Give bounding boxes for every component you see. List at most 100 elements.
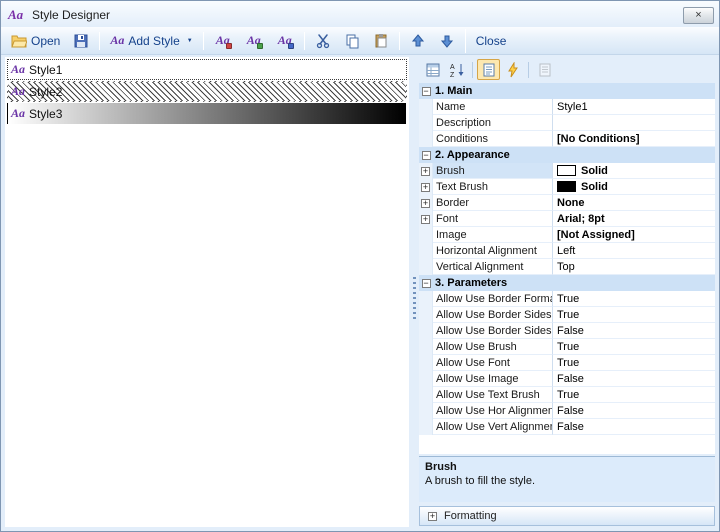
property-name[interactable]: Brush — [433, 163, 553, 179]
property-value[interactable]: Arial; 8pt — [553, 211, 715, 227]
property-value[interactable] — [553, 115, 715, 131]
property-value[interactable]: True — [553, 307, 715, 323]
style-list-item-style2[interactable]: Aa Style2 — [7, 81, 407, 102]
paste-button[interactable] — [367, 30, 395, 52]
property-value[interactable]: False — [553, 371, 715, 387]
property-value-text: Left — [557, 245, 575, 257]
properties-page-button[interactable] — [477, 59, 500, 80]
row-indent: − — [419, 147, 433, 163]
property-name[interactable]: Font — [433, 211, 553, 227]
move-down-button[interactable] — [433, 30, 461, 52]
expand-icon[interactable]: + — [421, 199, 430, 208]
expand-icon[interactable]: + — [428, 512, 437, 521]
copy-button[interactable] — [338, 30, 366, 52]
property-value[interactable]: [Not Assigned] — [553, 227, 715, 243]
property-row-font[interactable]: + Font Arial; 8pt — [419, 211, 715, 227]
category-row-parameters[interactable]: − 3. Parameters — [419, 275, 715, 291]
formatting-panel-header[interactable]: + Formatting — [419, 506, 715, 526]
move-up-button[interactable] — [404, 30, 432, 52]
property-name[interactable]: Horizontal Alignment — [433, 243, 553, 259]
collapse-icon[interactable]: − — [422, 279, 431, 288]
row-indent — [419, 419, 433, 435]
category-row-main[interactable]: − 1. Main — [419, 83, 715, 99]
property-value[interactable]: [No Conditions] — [553, 131, 715, 147]
close-button[interactable]: Close — [470, 30, 513, 52]
property-row-brush[interactable]: + Brush Solid — [419, 163, 715, 179]
property-name[interactable]: Text Brush — [433, 179, 553, 195]
property-name[interactable]: Allow Use Border Sides f — [433, 323, 553, 339]
property-row-allow-use-border-sides-from[interactable]: Allow Use Border Sides f False — [419, 323, 715, 339]
save-button[interactable] — [67, 30, 95, 52]
property-name[interactable]: Allow Use Border Sides — [433, 307, 553, 323]
property-row-allow-use-hor-alignment[interactable]: Allow Use Hor Alignment False — [419, 403, 715, 419]
add-style-button[interactable]: Aa Add Style ▼ — [104, 30, 198, 52]
property-name[interactable]: Description — [433, 115, 553, 131]
create-style-collection-button[interactable]: Aa — [208, 30, 238, 52]
property-row-description[interactable]: Description — [419, 115, 715, 131]
add-style-icon: Aa — [110, 33, 124, 48]
row-indent — [419, 99, 433, 115]
style-list-item-style3[interactable]: Aa Style3 — [7, 103, 407, 124]
property-row-text-brush[interactable]: + Text Brush Solid — [419, 179, 715, 195]
row-indent — [419, 339, 433, 355]
collapse-icon[interactable]: − — [422, 87, 431, 96]
expand-icon[interactable]: + — [421, 167, 430, 176]
property-value[interactable]: Solid — [553, 179, 715, 195]
property-value[interactable]: Top — [553, 259, 715, 275]
property-row-allow-use-border-format[interactable]: Allow Use Border Format True — [419, 291, 715, 307]
events-page-button[interactable] — [501, 59, 524, 80]
get-style-button[interactable]: Aa — [239, 30, 269, 52]
collapse-icon[interactable]: − — [422, 151, 431, 160]
property-row-allow-use-text-brush[interactable]: Allow Use Text Brush True — [419, 387, 715, 403]
property-row-allow-use-font[interactable]: Allow Use Font True — [419, 355, 715, 371]
apply-style-button[interactable]: Aa — [270, 30, 300, 52]
property-value[interactable]: True — [553, 387, 715, 403]
style-list-item-style1[interactable]: Aa Style1 — [7, 59, 407, 80]
vertical-splitter[interactable] — [409, 57, 419, 527]
property-row-allow-use-border-sides[interactable]: Allow Use Border Sides True — [419, 307, 715, 323]
property-value[interactable]: Left — [553, 243, 715, 259]
property-name[interactable]: Allow Use Brush — [433, 339, 553, 355]
property-value[interactable]: False — [553, 419, 715, 435]
property-row-horizontal-alignment[interactable]: Horizontal Alignment Left — [419, 243, 715, 259]
style-designer-window: Aa Style Designer × Open Aa Add Style ▼ … — [0, 0, 720, 532]
property-name[interactable]: Border — [433, 195, 553, 211]
property-value[interactable]: Style1 — [553, 99, 715, 115]
open-button[interactable]: Open — [5, 30, 66, 52]
property-row-allow-use-vert-alignment[interactable]: Allow Use Vert Alignmen False — [419, 419, 715, 435]
property-name[interactable]: Name — [433, 99, 553, 115]
expand-icon[interactable]: + — [421, 183, 430, 192]
window-close-button[interactable]: × — [683, 7, 714, 24]
row-indent — [419, 403, 433, 419]
property-name[interactable]: Allow Use Border Format — [433, 291, 553, 307]
property-name[interactable]: Allow Use Image — [433, 371, 553, 387]
property-name[interactable]: Allow Use Vert Alignmen — [433, 419, 553, 435]
alphabetical-view-button[interactable]: AZ — [445, 59, 468, 80]
property-name[interactable]: Conditions — [433, 131, 553, 147]
property-value[interactable]: False — [553, 323, 715, 339]
property-row-vertical-alignment[interactable]: Vertical Alignment Top — [419, 259, 715, 275]
property-value[interactable]: True — [553, 355, 715, 371]
property-name[interactable]: Allow Use Text Brush — [433, 387, 553, 403]
property-name[interactable]: Vertical Alignment — [433, 259, 553, 275]
sort-az-icon: AZ — [449, 62, 465, 78]
chevron-down-icon[interactable]: ▼ — [187, 38, 193, 44]
property-name[interactable]: Allow Use Font — [433, 355, 553, 371]
property-row-allow-use-brush[interactable]: Allow Use Brush True — [419, 339, 715, 355]
property-value[interactable]: Solid — [553, 163, 715, 179]
property-row-conditions[interactable]: Conditions [No Conditions] — [419, 131, 715, 147]
property-value[interactable]: None — [553, 195, 715, 211]
property-row-allow-use-image[interactable]: Allow Use Image False — [419, 371, 715, 387]
category-row-appearance[interactable]: − 2. Appearance — [419, 147, 715, 163]
property-value[interactable]: False — [553, 403, 715, 419]
property-row-image[interactable]: Image [Not Assigned] — [419, 227, 715, 243]
property-row-border[interactable]: + Border None — [419, 195, 715, 211]
property-row-name[interactable]: Name Style1 — [419, 99, 715, 115]
categorized-view-button[interactable] — [421, 59, 444, 80]
expand-icon[interactable]: + — [421, 215, 430, 224]
cut-button[interactable] — [309, 30, 337, 52]
property-value[interactable]: True — [553, 291, 715, 307]
property-name[interactable]: Allow Use Hor Alignment — [433, 403, 553, 419]
property-name[interactable]: Image — [433, 227, 553, 243]
property-value[interactable]: True — [553, 339, 715, 355]
